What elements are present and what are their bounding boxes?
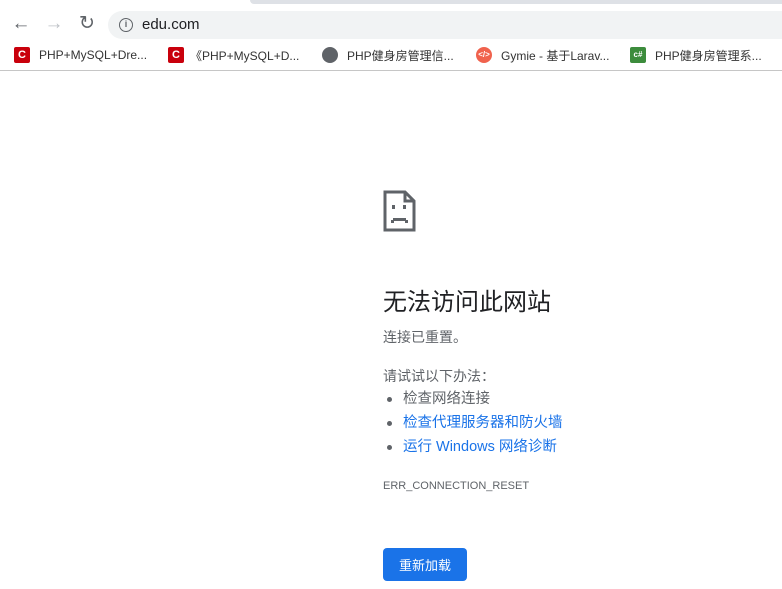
bookmark-item[interactable]: </> Gymie - 基于Larav... (476, 46, 609, 64)
suggestion-check-network: 检查网络连接 (383, 387, 563, 411)
back-icon[interactable]: ← (9, 12, 33, 36)
bookmark-item[interactable]: C PHP+MySQL+Dre... (14, 46, 147, 64)
reload-icon[interactable]: ↻ (75, 12, 99, 36)
globe-icon (322, 47, 338, 63)
error-title: 无法访问此网站 (383, 289, 551, 316)
csharp-icon: c# (630, 47, 646, 63)
bookmark-label: PHP+MySQL+Dre... (39, 48, 148, 62)
bookmark-label: Gymie - 基于Larav... (501, 48, 610, 63)
address-bar[interactable]: i edu.com (108, 11, 782, 39)
info-icon[interactable]: i (119, 18, 133, 32)
bookmark-item[interactable]: PHP健身房管理信... (322, 46, 454, 64)
suggestion-check-proxy-link[interactable]: 检查代理服务器和防火墙 (383, 411, 563, 435)
suggestions-list: 检查网络连接 检查代理服务器和防火墙 运行 Windows 网络诊断 (383, 387, 563, 459)
forward-icon[interactable]: → (42, 12, 66, 36)
reload-button[interactable]: 重新加载 (383, 548, 467, 581)
bookmark-item[interactable]: c# PHP健身房管理系... (630, 46, 762, 64)
bookmark-item[interactable]: C 《PHP+MySQL+D... (168, 46, 299, 64)
suggestion-run-diagnostics-link[interactable]: 运行 Windows 网络诊断 (383, 435, 563, 459)
error-subtitle: 连接已重置。 (383, 329, 467, 345)
sad-page-icon (383, 190, 416, 232)
bookmark-label: PHP健身房管理系... (655, 48, 762, 63)
bookmark-label: 《PHP+MySQL+D... (190, 48, 300, 63)
code-icon: </> (476, 47, 492, 63)
url-text[interactable]: edu.com (142, 16, 200, 33)
error-page: 无法访问此网站 连接已重置。 请试试以下办法： 检查网络连接 检查代理服务器和防… (383, 190, 563, 581)
suggestions-heading: 请试试以下办法： (383, 368, 495, 384)
csdn-icon: C (168, 47, 184, 63)
error-code: ERR_CONNECTION_RESET (383, 480, 530, 492)
browser-toolbar: ← → ↻ i edu.com (0, 4, 782, 39)
csdn-icon: C (14, 47, 30, 63)
bookmark-label: PHP健身房管理信... (347, 48, 454, 63)
bookmarks-bar: C PHP+MySQL+Dre... C 《PHP+MySQL+D... PHP健身… (0, 40, 782, 71)
